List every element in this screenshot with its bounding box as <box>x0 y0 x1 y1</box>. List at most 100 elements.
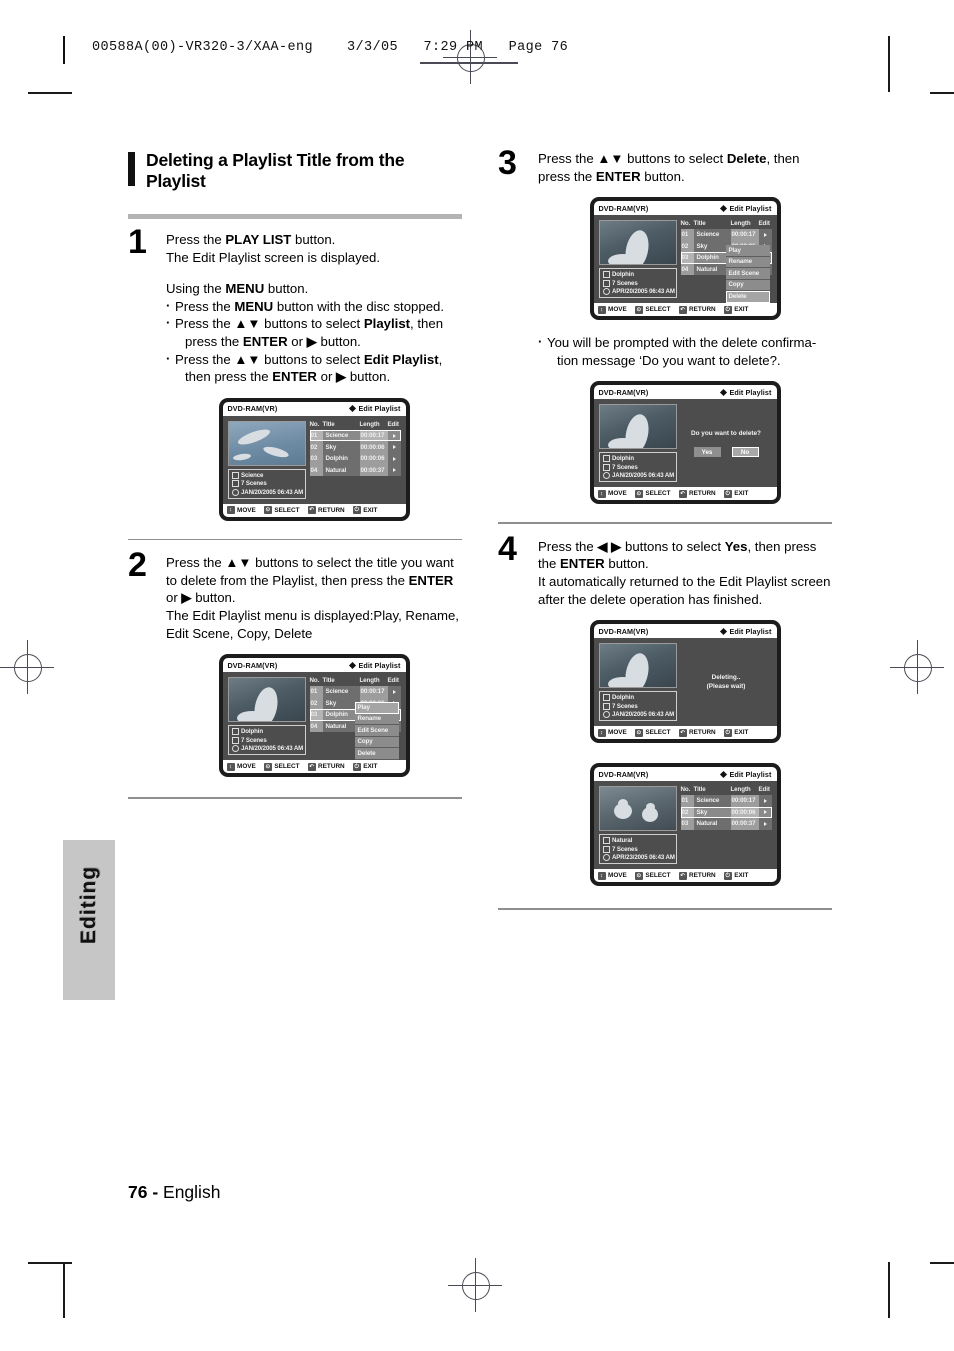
bottom-bar-move[interactable]: ↕ MOVE <box>597 728 627 737</box>
row-edit-arrow[interactable] <box>387 429 401 442</box>
title-icon <box>602 271 610 279</box>
bottom-bar-return[interactable]: ↶ RETURN <box>307 506 345 515</box>
t: button. <box>191 590 236 606</box>
title-icon <box>602 837 610 845</box>
bottom-bar-select[interactable]: ⊙ SELECT <box>634 728 671 737</box>
bottom-bar-move[interactable]: ↕ MOVE <box>597 489 627 498</box>
row-length: 00:00:06 <box>359 452 388 465</box>
col-length: Length <box>730 786 751 794</box>
tv-bottom-bar: ↕ MOVE ⊙ SELECT ↶ RETURN ⏻ EXIT <box>222 760 406 774</box>
disc-type-label: DVD-RAM(VR) <box>598 626 649 636</box>
col-title: Title <box>693 786 706 794</box>
edit-playlist-context-menu[interactable]: Play Rename Edit Scene Copy Delete <box>354 702 399 760</box>
confirm-message: Do you want to delete? <box>691 430 761 438</box>
bottom-bar-select[interactable]: ⊙ SELECT <box>634 489 671 498</box>
bottom-bar-select[interactable]: ⊙ SELECT <box>263 762 300 771</box>
table-row[interactable]: 01 Science 00:00:17 <box>680 229 772 241</box>
bottom-bar-exit[interactable]: ⏻ EXIT <box>723 728 748 737</box>
bottom-bar-move[interactable]: ↕ MOVE <box>226 762 256 771</box>
bottom-bar-exit[interactable]: ⏻ EXIT <box>723 489 748 498</box>
bottom-bar-return[interactable]: ↶ RETURN <box>678 728 716 737</box>
bottom-bar-exit[interactable]: ⏻ EXIT <box>723 305 748 314</box>
menu-item-copy[interactable]: Copy <box>725 279 770 292</box>
table-row[interactable]: 02Sky00:00:06 <box>680 806 772 819</box>
bottom-bar-return[interactable]: ↶ RETURN <box>678 871 716 880</box>
table-row[interactable]: 02Sky00:00:06 <box>309 441 401 453</box>
info-name-row: Dolphin <box>602 694 673 702</box>
menu-item-rename[interactable]: Rename <box>725 256 770 269</box>
running-header: 00588A(00)-VR320-3/XAA-eng 3/3/05 7:29 P… <box>92 40 569 55</box>
info-date-row: APR/23/2005 06:43 AM <box>602 854 675 862</box>
t: then press the <box>185 369 273 385</box>
clock-icon <box>602 472 610 480</box>
menu-item-edit-scene[interactable]: Edit Scene <box>354 725 399 737</box>
row-edit-arrow[interactable] <box>758 229 772 241</box>
row-edit-arrow[interactable] <box>758 818 772 830</box>
return-label: RETURN <box>318 506 345 514</box>
bottom-bar-return[interactable]: ↶ RETURN <box>307 762 345 771</box>
bottom-bar-move[interactable]: ↕ MOVE <box>226 506 256 515</box>
table-row[interactable]: 04Natural00:00:37 <box>309 464 401 476</box>
diamond-icon <box>720 770 728 778</box>
table-row[interactable]: 03Dolphin00:00:06 <box>309 452 401 465</box>
row-number: 01 <box>680 229 694 241</box>
return-label: RETURN <box>318 763 345 771</box>
clock-icon <box>602 288 610 296</box>
bottom-bar-exit[interactable]: ⏻ EXIT <box>352 762 377 771</box>
preview-panel: Dolphin 7 Scenes APR/20/2005 06:43 AM <box>598 220 677 299</box>
bottom-bar-return[interactable]: ↶ RETURN <box>678 305 716 314</box>
crop-mark-right-lower <box>888 1262 890 1318</box>
table-row[interactable]: 03 Natural 00:00:37 <box>680 818 772 830</box>
move-icon: ↕ <box>597 728 606 737</box>
row-edit-arrow[interactable] <box>387 686 401 698</box>
move-label: MOVE <box>237 506 256 514</box>
header-rule <box>63 36 65 64</box>
thumbnail-dolphin <box>598 404 677 450</box>
page-number: 76 - <box>128 1182 159 1202</box>
table-row[interactable]: 01 Science 00:00:17 <box>309 429 401 442</box>
bottom-bar-move[interactable]: ↕ MOVE <box>597 305 627 314</box>
bottom-bar-return[interactable]: ↶ RETURN <box>678 489 716 498</box>
bottom-bar-select[interactable]: ⊙ SELECT <box>263 506 300 515</box>
bottom-bar-move[interactable]: ↕ MOVE <box>597 871 627 880</box>
bottom-bar-select[interactable]: ⊙ SELECT <box>634 871 671 880</box>
return-icon: ↶ <box>678 871 687 880</box>
menu-item-play[interactable]: Play <box>725 245 770 257</box>
row-edit-arrow[interactable] <box>387 464 401 476</box>
table-header: No. Title Length Edit <box>681 786 772 795</box>
screen-title: Edit Playlist <box>729 626 772 636</box>
row-edit-arrow[interactable] <box>758 806 772 819</box>
row-edit-arrow[interactable] <box>387 441 401 453</box>
t: buttons to select <box>260 316 364 332</box>
page-title: Deleting a Playlist Title from the Playl… <box>128 150 462 192</box>
menu-item-play[interactable]: Play <box>354 702 399 714</box>
no-button[interactable]: No <box>731 447 759 458</box>
menu-item-edit-scene[interactable]: Edit Scene <box>725 268 770 280</box>
table-row[interactable]: 01 Science 00:00:17 <box>680 795 772 807</box>
info-scenes: 7 Scenes <box>612 702 638 710</box>
menu-item-rename[interactable]: Rename <box>354 713 399 726</box>
tv-bottom-bar: ↕ MOVE ⊙ SELECT ↶ RETURN ⏻ EXIT <box>593 869 777 883</box>
clock-icon <box>602 711 610 719</box>
step-1-bullet-2-cont: press the ENTER or ▶ button. <box>175 333 462 351</box>
yes-button[interactable]: Yes <box>693 447 721 458</box>
row-edit-arrow[interactable] <box>758 795 772 807</box>
t: Press the <box>538 151 598 166</box>
bottom-bar-select[interactable]: ⊙ SELECT <box>634 305 671 314</box>
scenes-icon <box>231 736 239 744</box>
bottom-bar-exit[interactable]: ⏻ EXIT <box>352 506 377 515</box>
edit-playlist-context-menu[interactable]: Play Rename Edit Scene Copy Delete <box>725 245 770 303</box>
disc-type-label: DVD-RAM(VR) <box>598 387 649 397</box>
select-label: SELECT <box>274 763 300 771</box>
bottom-bar-exit[interactable]: ⏻ EXIT <box>723 871 748 880</box>
step-4-text: Press the ◀ ▶ buttons to select Yes, the… <box>538 538 832 573</box>
table-rows: 01Science00:00:1702Sky00:00:0603Dolphin0… <box>309 686 401 760</box>
row-edit-arrow[interactable] <box>387 452 401 465</box>
menu-item-copy[interactable]: Copy <box>354 736 399 749</box>
menu-item-delete[interactable]: Delete <box>354 748 399 760</box>
menu-item-delete[interactable]: Delete <box>725 291 770 303</box>
table-row[interactable]: 01 Science 00:00:17 <box>309 686 401 698</box>
row-title: Science <box>322 686 360 698</box>
select-label: SELECT <box>645 490 671 498</box>
row-number: 02 <box>680 806 694 819</box>
